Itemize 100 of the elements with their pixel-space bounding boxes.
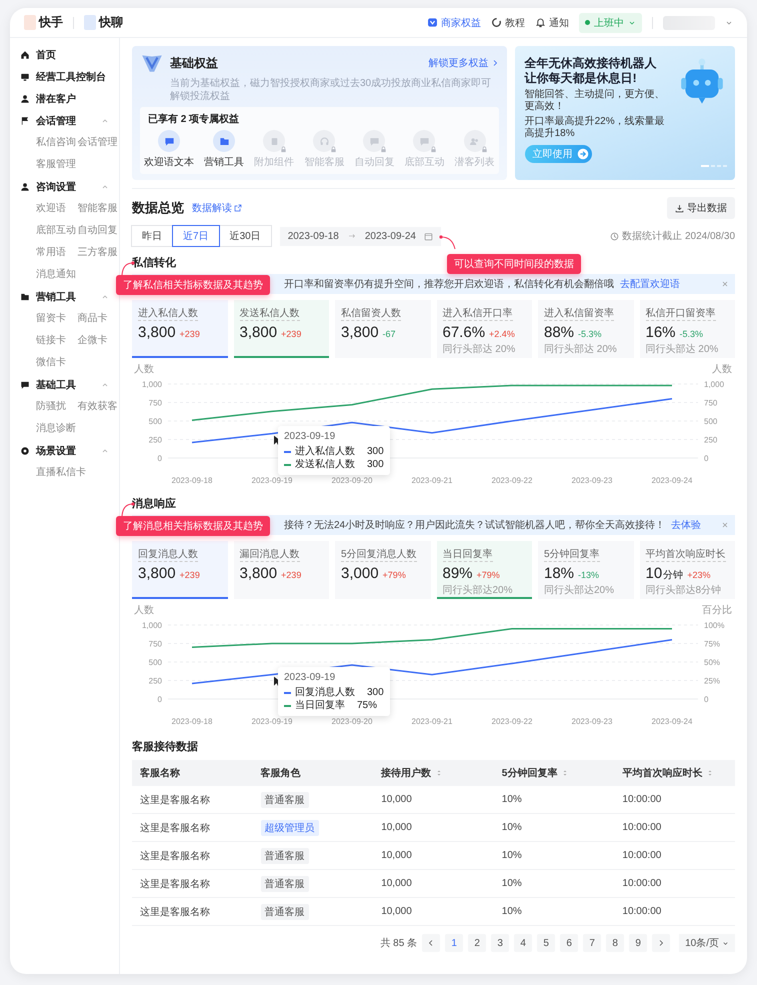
benchmark-text: 同行头部达20% [442, 584, 514, 597]
sidebar-subitem[interactable]: 常用语 [36, 242, 78, 264]
metric-change: +239 [180, 329, 200, 339]
sidebar-item[interactable]: 营销工具 [36, 290, 95, 304]
table-cell: 这里是客服名称 [132, 842, 253, 870]
next-page-button[interactable] [652, 934, 670, 952]
page-button[interactable]: 8 [606, 934, 624, 952]
tutorial-link[interactable]: 教程 [491, 16, 525, 30]
metric-card[interactable]: 进入私信开口率 67.6% +2.4% 同行头部达 20% [436, 300, 532, 358]
metric-card[interactable]: 发送私信人数 3,800 +239 [234, 300, 329, 358]
column-header[interactable]: 5分钟回复率 [494, 760, 614, 786]
sidebar-item[interactable]: 基础工具 [36, 378, 95, 392]
caret-icon [628, 18, 636, 26]
page-button[interactable]: 4 [514, 934, 532, 952]
sidebar-subitem[interactable]: 直播私信卡 [36, 462, 86, 484]
table-cell: 这里是客服名称 [132, 898, 253, 926]
benefits-description: 当前为基础权益，磁力智投授权商家或过去30成功投放商业私信商家即可解锁投流权益 [170, 77, 492, 103]
date-range-field[interactable]: 2023-09-18 2023-09-24 [280, 226, 441, 246]
metric-card[interactable]: 漏回消息人数 3,800 +239 [234, 541, 329, 599]
role-tag: 普通客服 [260, 848, 309, 864]
column-header[interactable]: 接待用户数 [373, 760, 494, 786]
column-header[interactable]: 平均首次响应时长 [614, 760, 735, 786]
metric-card[interactable]: 5分钟回复率 18% -13% 同行头部达20% [538, 541, 634, 599]
metric-card[interactable]: 回复消息人数 3,800 +239 [132, 541, 228, 599]
message-icon [158, 130, 180, 152]
arrow-right-icon [576, 148, 589, 160]
date-range-tab[interactable]: 近7日 [172, 225, 220, 247]
page-button[interactable]: 3 [491, 934, 510, 952]
sidebar-subitem[interactable]: 商品卡 [78, 308, 119, 330]
sidebar-subitem[interactable]: 自动回复 [78, 220, 119, 242]
metric-value: 16% [646, 324, 676, 341]
page-button[interactable]: 2 [468, 934, 486, 952]
metric-card[interactable]: 5分回复消息人数 3,000 +79% [335, 541, 430, 599]
merchant-benefits-link[interactable]: 商家权益 [427, 16, 481, 30]
settings-icon [20, 446, 30, 456]
sidebar-item[interactable]: 首页 [36, 48, 109, 62]
table-cell: 这里是客服名称 [132, 870, 253, 898]
page-size-select[interactable]: 10条/页 [679, 934, 735, 952]
chevron-left-icon [427, 939, 436, 947]
sidebar-item[interactable]: 经营工具控制台 [36, 70, 109, 84]
sidebar-subitem[interactable]: 消息诊断 [36, 418, 78, 440]
metric-card[interactable]: 平均首次响应时长 10分钟 +23% 同行头部达8分钟 [640, 541, 735, 599]
chat-icon [363, 130, 386, 152]
benefit-item[interactable]: 营销工具 [204, 130, 244, 169]
notice-link[interactable]: 去体验 [671, 518, 702, 532]
unlock-more-link[interactable]: 解锁更多权益 [428, 56, 499, 70]
metric-label: 进入私信留资率 [544, 306, 614, 321]
sidebar-subitem[interactable]: 私信咨询 [36, 132, 78, 154]
sidebar-subitem[interactable]: 会话管理 [78, 132, 119, 154]
tick-label: 250 [148, 436, 162, 444]
promo-headline: 让你每天都是休息日! [524, 71, 638, 86]
previous-page-button[interactable] [422, 934, 440, 952]
metric-card[interactable]: 私信留资人数 3,800 -67 [335, 300, 430, 358]
page-button[interactable]: 9 [629, 934, 648, 952]
logo-placeholder [24, 15, 36, 30]
close-button[interactable] [721, 521, 729, 529]
sidebar-subitem[interactable]: 链接卡 [36, 330, 78, 352]
sidebar-subitem[interactable]: 客服管理 [36, 154, 78, 176]
table-cell: 10:00:00 [614, 898, 735, 926]
export-button[interactable]: 导出数据 [667, 197, 735, 219]
sidebar-subitem[interactable]: 有效获客 [78, 396, 119, 418]
sidebar-subitem[interactable]: 欢迎语 [36, 198, 78, 220]
page-button[interactable]: 5 [537, 934, 556, 952]
date-range-tab[interactable]: 近30日 [218, 225, 272, 247]
sidebar-subitem[interactable]: 微信卡 [36, 352, 78, 374]
metric-change: -67 [382, 329, 396, 339]
metric-card[interactable]: 进入私信人数 3,800 +239 [132, 300, 228, 358]
sidebar-item[interactable]: 场景设置 [36, 444, 95, 458]
close-button[interactable] [721, 280, 729, 288]
page-button[interactable]: 7 [583, 934, 602, 952]
page-button[interactable]: 6 [560, 934, 578, 952]
sidebar-item[interactable]: 会话管理 [36, 114, 95, 128]
sidebar-subitem[interactable]: 企微卡 [78, 330, 119, 352]
sidebar-subitem[interactable]: 智能客服 [78, 198, 119, 220]
metric-card[interactable]: 私信开口留资率 16% -5.3% 同行头部达 20% [640, 300, 735, 358]
metric-card[interactable]: 进入私信留资率 88% -5.3% 同行头部达 20% [538, 300, 634, 358]
metric-label: 进入私信人数 [138, 306, 198, 321]
table-title: 客服接待数据 [132, 740, 199, 754]
sidebar-subitem[interactable]: 消息通知 [36, 264, 78, 286]
caret-icon [101, 381, 109, 389]
sidebar-item[interactable]: 咨询设置 [36, 180, 95, 194]
metric-label: 回复消息人数 [138, 547, 198, 562]
metric-label: 进入私信开口率 [442, 306, 512, 321]
metric-change: -5.3% [578, 329, 602, 339]
sidebar-subitem[interactable]: 防骚扰 [36, 396, 78, 418]
benefit-item[interactable]: 欢迎语文本 [144, 130, 194, 169]
page-button[interactable]: 1 [445, 934, 464, 952]
notice-link[interactable]: 去配置欢迎语 [620, 277, 680, 291]
sidebar-subitem[interactable]: 底部互动 [36, 220, 78, 242]
sidebar-subitem[interactable]: 三方客服 [78, 242, 119, 264]
sidebar-item[interactable]: 潜在客户 [36, 92, 109, 106]
metric-card[interactable]: 当日回复率 89% +79% 同行头部达20% [436, 541, 532, 599]
legend-label: 当日回复率 [295, 699, 345, 712]
data-guide-link[interactable]: 数据解读 [192, 201, 242, 215]
tick-label: 250 [148, 676, 162, 686]
sidebar-subitem[interactable]: 留资卡 [36, 308, 78, 330]
monitor-icon [20, 72, 30, 82]
tick-label: 500 [704, 417, 718, 426]
benefits-icon [427, 17, 438, 28]
notifications-link[interactable]: 通知 [535, 16, 569, 30]
